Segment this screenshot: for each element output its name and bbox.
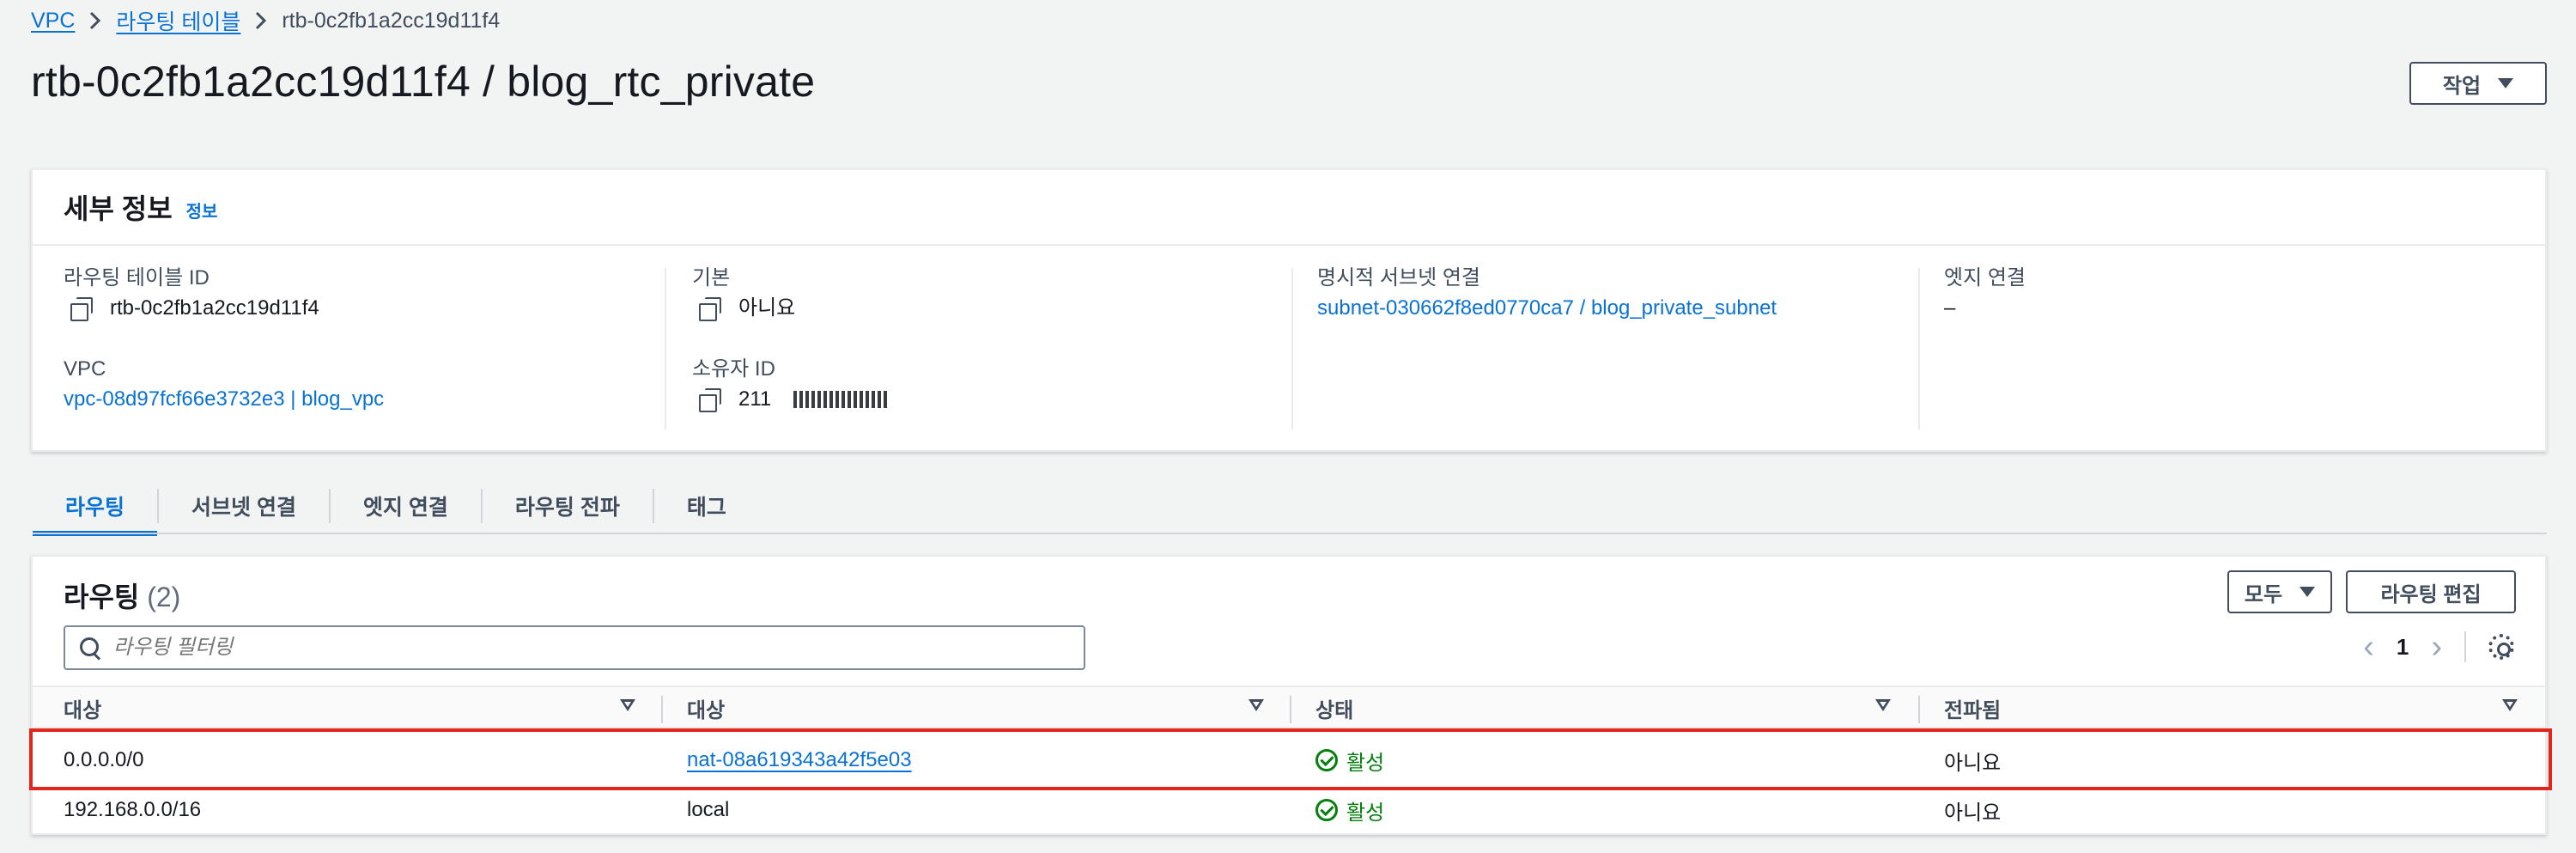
col-destination[interactable]: 대상: [64, 687, 101, 728]
gear-icon[interactable]: [2488, 634, 2514, 660]
caret-down-icon: [2498, 78, 2514, 88]
route-target: nat-08a619343a42f5e03: [687, 735, 912, 785]
details-columns: 라우팅 테이블 ID rtb-0c2fb1a2cc19d11f4 VPC vpc…: [33, 246, 2545, 452]
column-divider[interactable]: [1918, 696, 1920, 723]
chevron-right-icon: [75, 11, 116, 30]
explicit-subnet-label: 명시적 서브넷 연결: [1317, 266, 1480, 289]
details-col-2: 기본 아니요 소유자 ID 211: [692, 265, 1293, 433]
check-circle-icon: [1315, 799, 1338, 821]
page-title: rtb-0c2fb1a2cc19d11f4 / blog_rtc_private: [31, 58, 816, 106]
filter-select-value: 모두: [2244, 582, 2283, 606]
vpc-label: VPC: [64, 357, 106, 381]
tab-list: 라우팅 서브넷 연결 엣지 연결 라우팅 전파 태그: [33, 478, 759, 536]
route-table-id-label: 라우팅 테이블 ID: [64, 266, 210, 289]
route-propagated: 아니요: [1944, 751, 2002, 775]
details-title: 세부 정보: [64, 193, 173, 224]
route-destination: 0.0.0.0/0: [64, 748, 144, 771]
tab-subnet-associations[interactable]: 서브넷 연결: [159, 478, 329, 534]
caret-down-icon: [2300, 587, 2316, 597]
breadcrumb-route-tables[interactable]: 라우팅 테이블: [116, 5, 240, 36]
column-divider[interactable]: [1290, 696, 1291, 723]
vpc-link[interactable]: vpc-08d97fcf66e3732e3 | blog_vpc: [64, 383, 665, 416]
tab-tags[interactable]: 태그: [654, 478, 759, 534]
route-table-id-value: rtb-0c2fb1a2cc19d11f4: [64, 292, 665, 325]
routes-count: (2): [147, 582, 181, 612]
column-divider[interactable]: [661, 696, 663, 723]
routes-title: 라우팅 (2): [64, 582, 181, 612]
routes-panel: 라우팅 (2) 모두 라우팅 편집 ‹ 1 › 대상 대상 상태 전파됨 0.0…: [29, 555, 2552, 835]
owner-id-label: 소유자 ID: [692, 357, 775, 381]
main-label: 기본: [692, 266, 731, 289]
details-col-4: 엣지 연결 –: [1944, 265, 2528, 433]
owner-id-value: 211: [692, 383, 1293, 416]
details-col-1: 라우팅 테이블 ID rtb-0c2fb1a2cc19d11f4 VPC vpc…: [64, 265, 665, 433]
copy-icon[interactable]: [699, 297, 721, 321]
chevron-right-icon: [240, 11, 282, 30]
sort-icon[interactable]: [1249, 699, 1264, 711]
route-filter-input[interactable]: [113, 636, 1058, 660]
tab-routes[interactable]: 라우팅: [33, 478, 158, 536]
table-row: 0.0.0.0/0 nat-08a619343a42f5e03 활성 아니요: [33, 735, 2545, 785]
copy-icon[interactable]: [70, 297, 93, 321]
main-value: 아니요: [692, 292, 1293, 325]
route-filter[interactable]: [64, 625, 1085, 670]
details-panel: 세부 정보 정보 라우팅 테이블 ID rtb-0c2fb1a2cc19d11f…: [31, 168, 2547, 452]
actions-button[interactable]: 작업: [2409, 62, 2547, 105]
copy-icon[interactable]: [699, 388, 721, 412]
pagination: ‹ 1 ›: [2363, 631, 2514, 663]
details-header: 세부 정보 정보: [33, 170, 2545, 246]
details-divider: [665, 268, 666, 430]
chevron-left-icon[interactable]: ‹: [2363, 631, 2374, 663]
details-divider: [1291, 268, 1293, 430]
sort-icon[interactable]: [1875, 699, 1891, 711]
table-row: 192.168.0.0/16 local 활성 아니요: [33, 785, 2545, 835]
tabs-underline: [33, 533, 2547, 534]
edit-routes-button[interactable]: 라우팅 편집: [2346, 570, 2516, 613]
breadcrumb-current: rtb-0c2fb1a2cc19d11f4: [282, 8, 501, 33]
redacted-mask: [793, 391, 889, 408]
route-status: 활성: [1315, 735, 1384, 785]
edge-association-label: 엣지 연결: [1944, 266, 2026, 289]
details-col-3: 명시적 서브넷 연결 subnet-030662f8ed0770ca7 / bl…: [1317, 265, 1918, 433]
edit-routes-label: 라우팅 편집: [2380, 582, 2482, 606]
col-propagated[interactable]: 전파됨: [1944, 687, 2001, 728]
col-status[interactable]: 상태: [1315, 687, 1353, 728]
pager-divider: [2464, 631, 2466, 662]
actions-button-label: 작업: [2442, 74, 2482, 98]
check-circle-icon: [1315, 749, 1338, 771]
filter-select[interactable]: 모두: [2227, 570, 2332, 613]
sort-icon[interactable]: [2502, 699, 2518, 711]
search-icon: [79, 637, 101, 659]
route-target: local: [687, 798, 730, 821]
info-link[interactable]: 정보: [186, 198, 218, 222]
tab-edge-associations[interactable]: 엣지 연결: [331, 478, 481, 534]
nat-gateway-link[interactable]: nat-08a619343a42f5e03: [687, 748, 912, 772]
sort-icon[interactable]: [620, 699, 635, 711]
routes-table-header: 대상 대상 상태 전파됨: [33, 685, 2545, 728]
breadcrumb: VPC 라우팅 테이블 rtb-0c2fb1a2cc19d11f4: [31, 5, 500, 36]
route-propagated: 아니요: [1944, 801, 2002, 825]
tab-route-propagation[interactable]: 라우팅 전파: [483, 478, 653, 534]
breadcrumb-vpc[interactable]: VPC: [31, 9, 75, 34]
details-divider: [1918, 268, 1920, 430]
page-number[interactable]: 1: [2397, 634, 2409, 661]
edge-association-value: –: [1944, 296, 1956, 320]
explicit-subnet-link[interactable]: subnet-030662f8ed0770ca7 / blog_private_…: [1317, 292, 1918, 325]
route-status: 활성: [1315, 785, 1384, 835]
col-target[interactable]: 대상: [687, 687, 725, 728]
route-destination: 192.168.0.0/16: [64, 798, 202, 821]
chevron-right-icon[interactable]: ›: [2431, 631, 2442, 663]
